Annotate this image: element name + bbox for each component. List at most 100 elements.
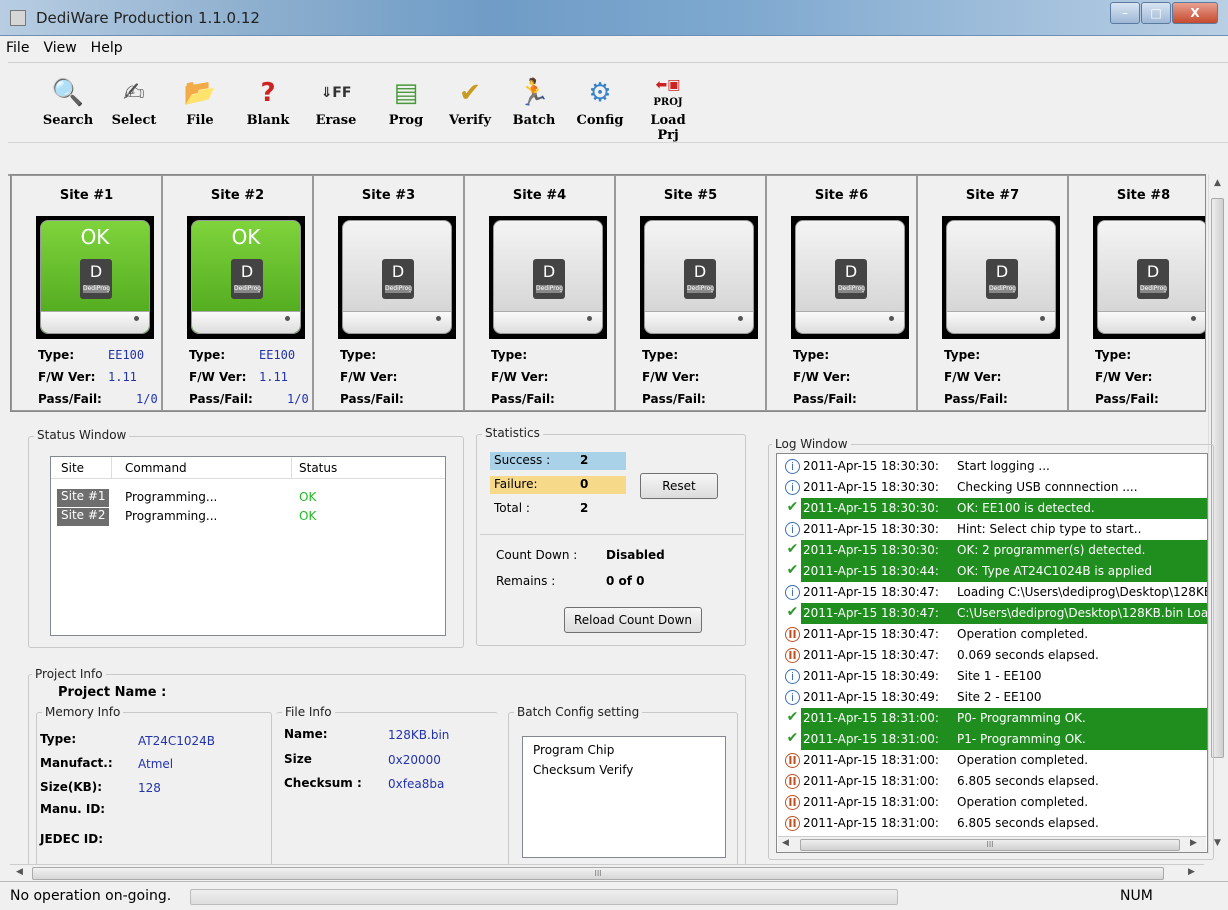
menu-help[interactable]: Help <box>91 40 123 56</box>
pass-fail-label: Pass/Fail: <box>1095 392 1159 406</box>
minimize-button[interactable]: – <box>1110 2 1140 24</box>
site-name: Site #3 <box>361 188 416 203</box>
log-scroll-thumb[interactable]: III <box>800 839 1180 851</box>
type-label: Type: <box>189 348 226 362</box>
log-row[interactable]: ✔ 2011-Apr-15 18:30:44: OK: Type AT24C10… <box>777 561 1207 582</box>
site-name: Site #2 <box>210 188 265 203</box>
site-card[interactable]: Site #7 D DediProg Type: F/W Ver: Pass/Fa… <box>917 175 1068 411</box>
list-item[interactable]: Checksum Verify <box>533 763 633 777</box>
config-button[interactable]: ⚙ Config <box>570 77 630 128</box>
main-horizontal-scrollbar[interactable]: ◀ III ▶ <box>10 864 1204 881</box>
log-row[interactable]: i 2011-Apr-15 18:30:30: Start logging ..… <box>777 456 1207 477</box>
log-row[interactable]: i 2011-Apr-15 18:30:30: Hint: Select chi… <box>777 519 1207 540</box>
success-row: Success : 2 <box>490 452 626 470</box>
site-card[interactable]: Site #6 D DediProg Type: F/W Ver: Pass/Fa… <box>766 175 917 411</box>
log-time: 2011-Apr-15 18:30:47: <box>803 627 939 641</box>
programmer-drive-icon: D DediProg <box>946 220 1056 334</box>
list-item[interactable]: Program Chip <box>533 743 614 757</box>
file-size-value: 0x20000 <box>388 753 441 767</box>
log-message: Operation completed. <box>957 627 1089 641</box>
log-horizontal-scrollbar[interactable]: ◀ III ▶ <box>778 836 1206 852</box>
log-list[interactable]: i 2011-Apr-15 18:30:30: Start logging ..… <box>776 453 1208 853</box>
site-card[interactable]: Site #5 D DediProg Type: F/W Ver: Pass/Fa… <box>615 175 766 411</box>
log-row[interactable]: ✔ 2011-Apr-15 18:31:00: P0- Programming … <box>777 708 1207 729</box>
menu-file[interactable]: File <box>6 40 29 56</box>
memory-type-value: AT24C1024B <box>138 734 216 748</box>
maximize-button[interactable]: □ <box>1141 2 1171 24</box>
status-text: No operation on-going. <box>10 888 172 904</box>
file-name-value: 128KB.bin <box>388 728 450 742</box>
log-time: 2011-Apr-15 18:30:30: <box>803 543 939 557</box>
log-row[interactable]: II 2011-Apr-15 18:31:00: 6.805 seconds e… <box>777 771 1207 792</box>
log-row[interactable]: i 2011-Apr-15 18:30:47: Loading C:\Users… <box>777 582 1207 603</box>
site-drive-frame: D DediProg <box>791 216 909 339</box>
fw-version-label: F/W Ver: <box>491 370 549 384</box>
log-message: Checking USB connnection .... <box>957 480 1138 494</box>
scroll-left-arrow-icon[interactable]: ◀ <box>782 838 789 848</box>
log-row[interactable]: II 2011-Apr-15 18:31:00: Operation compl… <box>777 792 1207 813</box>
batch-label: Batch <box>512 113 556 128</box>
countdown-value: Disabled <box>606 548 665 562</box>
check-icon: ✔ <box>786 541 799 557</box>
log-row[interactable]: i 2011-Apr-15 18:30:49: Site 2 - EE100 <box>777 687 1207 708</box>
select-button[interactable]: ✍ Select <box>104 77 164 128</box>
verify-button[interactable]: ✔ Verify <box>440 77 500 128</box>
log-row[interactable]: II 2011-Apr-15 18:30:47: Operation compl… <box>777 624 1207 645</box>
fw-version-label: F/W Ver: <box>340 370 398 384</box>
blank-icon: ? <box>260 78 276 108</box>
search-button[interactable]: 🔍 Search <box>38 77 98 128</box>
main-scroll-thumb[interactable]: III <box>32 867 1164 880</box>
log-row[interactable]: II 2011-Apr-15 18:31:00: Operation compl… <box>777 750 1207 771</box>
jedec-id-label: JEDEC ID: <box>40 832 104 846</box>
log-row[interactable]: ✔ 2011-Apr-15 18:31:00: P1- Programming … <box>777 729 1207 750</box>
prog-button[interactable]: ▤ Prog <box>376 77 436 128</box>
scroll-up-arrow-icon[interactable]: ▲ <box>1214 178 1221 188</box>
drive-led-icon <box>1040 316 1045 321</box>
logo-brand: DediProg <box>234 285 262 293</box>
menu-view[interactable]: View <box>43 40 76 56</box>
file-button[interactable]: 📂 File <box>170 77 230 128</box>
site-card[interactable]: Site #1 OK D DediProg Type: EE100 F/W Ver… <box>11 175 162 411</box>
log-row[interactable]: ✔ 2011-Apr-15 18:30:30: OK: 2 programmer… <box>777 540 1207 561</box>
site-card[interactable]: Site #2 OK D DediProg Type: EE100 F/W Ver… <box>162 175 313 411</box>
column-command[interactable]: Command <box>125 461 187 475</box>
log-time: 2011-Apr-15 18:30:30: <box>803 480 939 494</box>
batch-button[interactable]: 🏃 Batch <box>504 77 564 128</box>
column-divider <box>111 457 112 479</box>
reset-button[interactable]: Reset <box>640 473 718 499</box>
site-card[interactable]: Site #4 D DediProg Type: F/W Ver: Pass/Fa… <box>464 175 615 411</box>
erase-button[interactable]: ⇓FF Erase <box>306 77 366 128</box>
log-row[interactable]: ✔ 2011-Apr-15 18:30:47: C:\Users\dedipro… <box>777 603 1207 624</box>
drive-led-icon <box>738 316 743 321</box>
main-scroll-left-icon[interactable]: ◀ <box>16 867 23 877</box>
table-row[interactable]: Site #1 Programming... OK <box>51 489 447 507</box>
log-row[interactable]: II 2011-Apr-15 18:31:00: 6.805 seconds e… <box>777 813 1207 834</box>
row-command: Programming... <box>125 490 218 504</box>
dediprog-logo-icon: D DediProg <box>986 259 1018 299</box>
log-row[interactable]: II 2011-Apr-15 18:30:47: 0.069 seconds e… <box>777 645 1207 666</box>
load-project-button[interactable]: ⬅▣ PROJ Load Prj <box>638 77 698 143</box>
log-message: OK: EE100 is detected. <box>957 501 1095 515</box>
site-card[interactable]: Site #8 D DediProg Type: F/W Ver: Pass/Fa… <box>1068 175 1205 411</box>
close-button[interactable]: X <box>1172 2 1218 24</box>
log-row[interactable]: i 2011-Apr-15 18:30:49: Site 1 - EE100 <box>777 666 1207 687</box>
scroll-right-arrow-icon[interactable]: ▶ <box>1190 838 1197 848</box>
reload-countdown-button[interactable]: Reload Count Down <box>564 607 702 633</box>
batch-config-list[interactable]: Program Chip Checksum Verify <box>522 736 726 858</box>
statistics-divider <box>480 534 744 535</box>
table-row[interactable]: Site #2 Programming... OK <box>51 508 447 526</box>
status-list[interactable]: Site Command Status Site #1 Programming.… <box>50 456 446 636</box>
log-row[interactable]: i 2011-Apr-15 18:30:30: Checking USB con… <box>777 477 1207 498</box>
log-time: 2011-Apr-15 18:31:00: <box>803 711 939 725</box>
main-scroll-right-icon[interactable]: ▶ <box>1188 867 1195 877</box>
prog-icon: ▤ <box>393 78 419 108</box>
log-row[interactable]: ✔ 2011-Apr-15 18:30:30: OK: EE100 is det… <box>777 498 1207 519</box>
column-status[interactable]: Status <box>299 461 337 475</box>
column-site[interactable]: Site <box>61 461 84 475</box>
log-time: 2011-Apr-15 18:30:47: <box>803 606 939 620</box>
erase-label: Erase <box>315 113 357 128</box>
scroll-down-arrow-icon[interactable]: ▼ <box>1214 838 1221 848</box>
fw-version-label: F/W Ver: <box>793 370 851 384</box>
site-card[interactable]: Site #3 D DediProg Type: F/W Ver: Pass/Fa… <box>313 175 464 411</box>
blank-button[interactable]: ? Blank <box>238 77 298 128</box>
